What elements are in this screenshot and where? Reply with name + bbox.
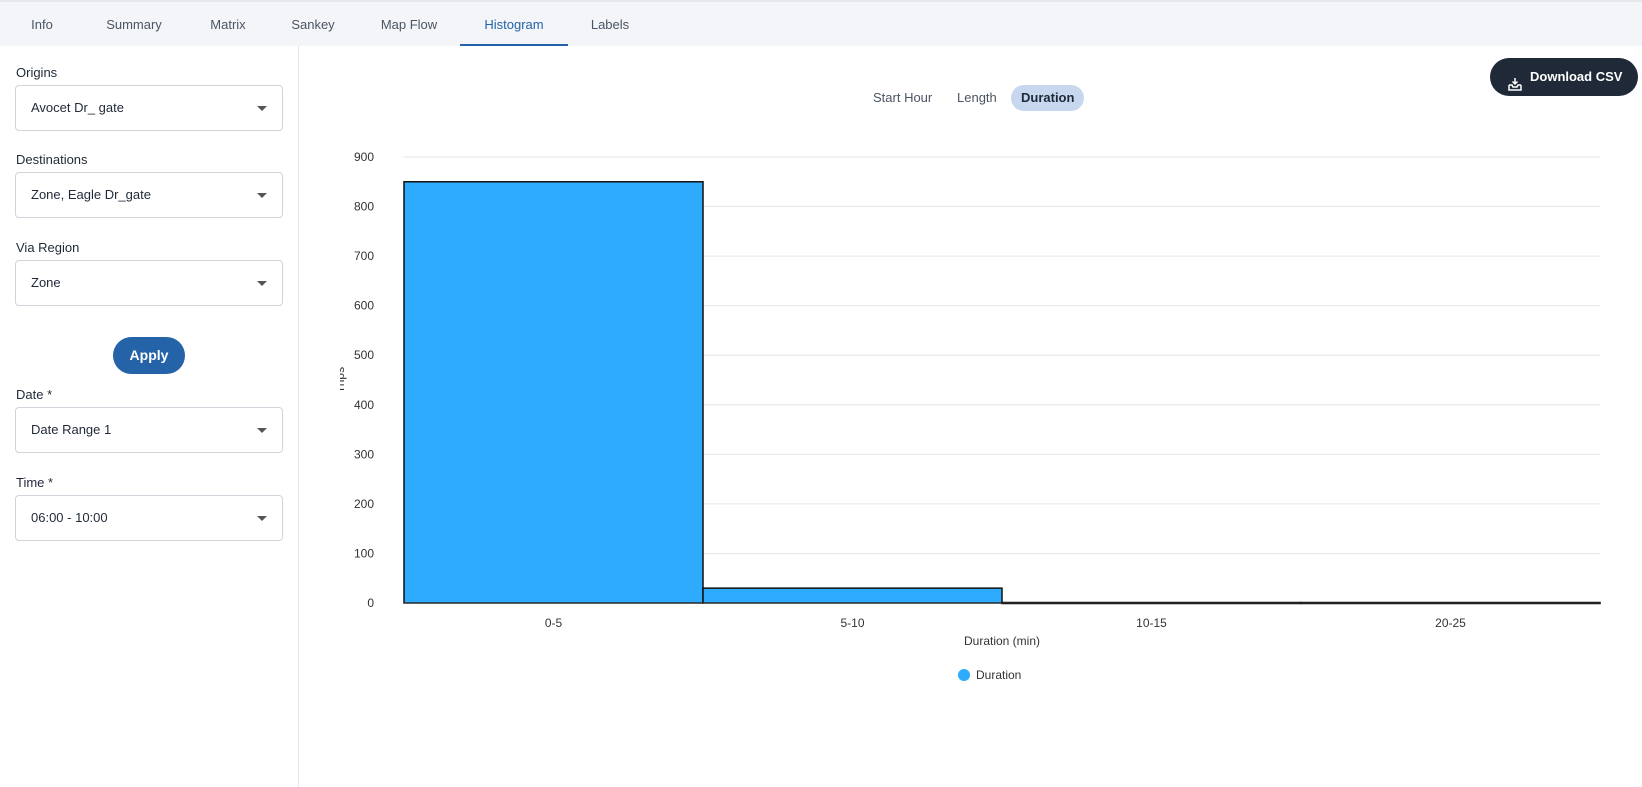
tab-sankey[interactable]: Sankey bbox=[286, 2, 340, 46]
tab-summary[interactable]: Summary bbox=[98, 2, 170, 46]
mode-duration[interactable]: Duration bbox=[1011, 85, 1085, 111]
date-select[interactable]: Date Range 1 bbox=[15, 407, 283, 453]
y-tick-label: 800 bbox=[354, 200, 374, 214]
y-tick-label: 0 bbox=[367, 596, 374, 610]
duration-histogram-chart: 0 100 200 300 400 500 600 700 800 900 0-5 5-10 10-15… bbox=[340, 150, 1601, 682]
y-tick-label: 200 bbox=[354, 497, 374, 511]
chevron-down-icon bbox=[257, 428, 267, 433]
origins-select[interactable]: Avocet Dr_ gate bbox=[15, 85, 283, 131]
via-region-label: Via Region bbox=[16, 240, 80, 255]
tab-histogram[interactable]: Histogram bbox=[460, 2, 568, 46]
via-region-select[interactable]: Zone bbox=[15, 260, 283, 306]
tab-info[interactable]: Info bbox=[22, 2, 62, 46]
x-tick-label: 10-15 bbox=[1136, 616, 1167, 630]
chevron-down-icon bbox=[257, 516, 267, 521]
via-region-value: Zone bbox=[31, 275, 61, 290]
y-tick-label: 700 bbox=[354, 249, 374, 263]
y-axis-title: Trips bbox=[340, 367, 347, 393]
date-value: Date Range 1 bbox=[31, 422, 112, 437]
origins-value: Avocet Dr_ gate bbox=[31, 100, 124, 115]
filter-sidebar: Origins Avocet Dr_ gate Destinations Zon… bbox=[0, 46, 299, 787]
mode-length[interactable]: Length bbox=[947, 85, 1007, 111]
destinations-label: Destinations bbox=[16, 152, 88, 167]
time-value: 06:00 - 10:00 bbox=[31, 510, 108, 525]
tab-matrix[interactable]: Matrix bbox=[203, 2, 253, 46]
tab-map-flow[interactable]: Map Flow bbox=[372, 2, 446, 46]
legend-marker bbox=[958, 669, 970, 681]
origins-label: Origins bbox=[16, 65, 58, 80]
x-tick-label: 0-5 bbox=[545, 616, 563, 630]
chevron-down-icon bbox=[257, 193, 267, 198]
tab-labels[interactable]: Labels bbox=[585, 2, 635, 46]
mode-start-hour[interactable]: Start Hour bbox=[863, 85, 942, 111]
x-tick-label: 20-25 bbox=[1435, 616, 1466, 630]
histogram-bar bbox=[702, 587, 1003, 604]
destinations-select[interactable]: Zone, Eagle Dr_gate bbox=[15, 172, 283, 218]
apply-button[interactable]: Apply bbox=[113, 337, 185, 374]
x-tick-label: 5-10 bbox=[840, 616, 864, 630]
inbox-download-icon bbox=[1507, 69, 1523, 107]
y-tick-label: 400 bbox=[354, 398, 374, 412]
y-tick-label: 900 bbox=[354, 150, 374, 164]
destinations-value: Zone, Eagle Dr_gate bbox=[31, 187, 151, 202]
chevron-down-icon bbox=[257, 281, 267, 286]
download-csv-label: Download CSV bbox=[1530, 69, 1623, 84]
tab-bar: Info Summary Matrix Sankey Map Flow Hist… bbox=[0, 0, 1642, 46]
y-tick-label: 300 bbox=[354, 447, 374, 461]
y-tick-label: 500 bbox=[354, 348, 374, 362]
x-axis-title: Duration (min) bbox=[964, 634, 1040, 648]
date-label: Date * bbox=[16, 387, 53, 402]
download-csv-button[interactable]: Download CSV bbox=[1490, 58, 1638, 96]
y-tick-label: 600 bbox=[354, 299, 374, 313]
legend-label: Duration bbox=[976, 668, 1021, 682]
time-select[interactable]: 06:00 - 10:00 bbox=[15, 495, 283, 541]
time-label: Time * bbox=[16, 475, 54, 490]
histogram-bar bbox=[403, 181, 704, 604]
y-tick-label: 100 bbox=[354, 546, 374, 560]
chevron-down-icon bbox=[257, 106, 267, 111]
